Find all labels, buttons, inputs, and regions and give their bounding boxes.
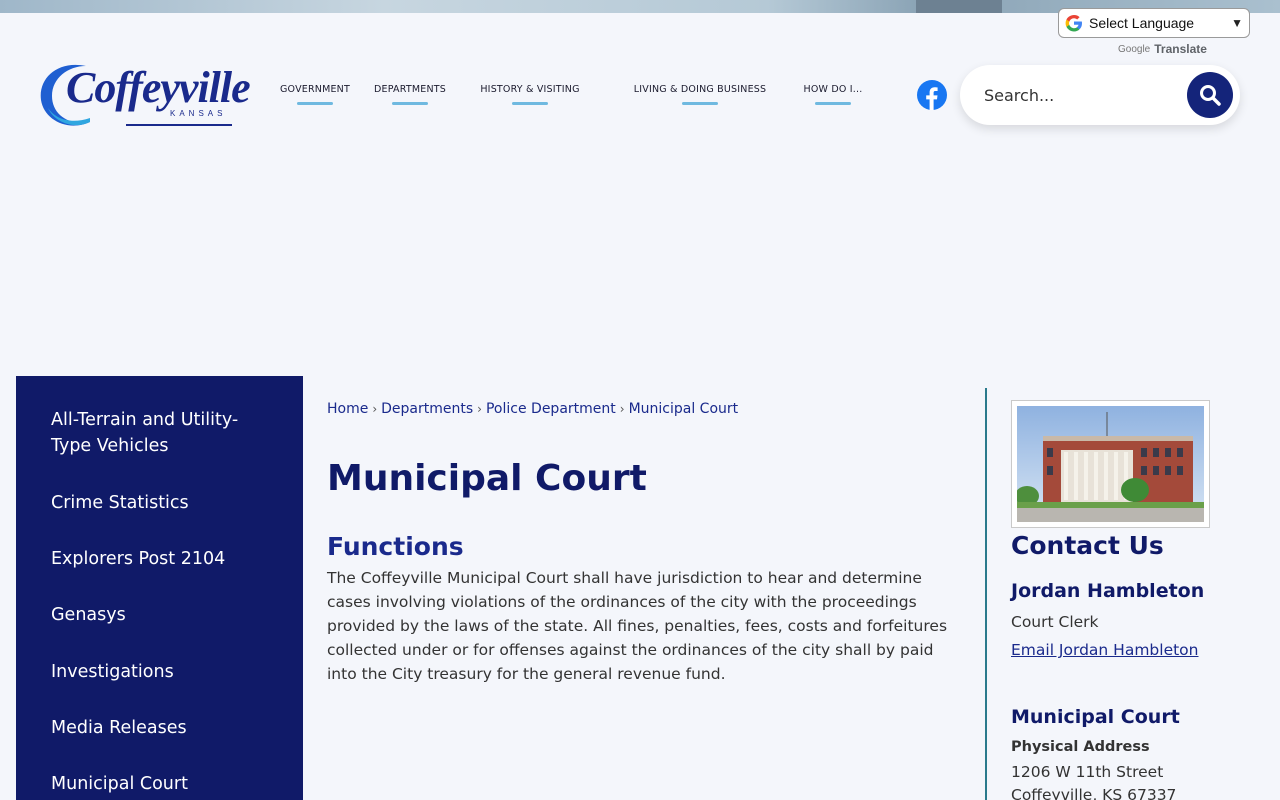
- logo-state: KANSAS: [170, 109, 227, 118]
- breadcrumb-separator: ›: [477, 402, 482, 416]
- search-button[interactable]: [1187, 72, 1233, 118]
- address-line-1: 1206 W 11th Street: [1011, 763, 1164, 781]
- contact-title: Contact Us: [1011, 531, 1164, 560]
- nav-departments[interactable]: DEPARTMENTS: [373, 84, 447, 105]
- nav-history-visiting[interactable]: HISTORY & VISITING: [478, 84, 582, 105]
- address-line-2: Coffeyville, KS 67337: [1011, 786, 1177, 800]
- nav-underline: [392, 102, 428, 105]
- sidebar-item-municipal-court[interactable]: Municipal Court: [51, 771, 271, 797]
- search-icon: [1200, 85, 1221, 106]
- breadcrumb-departments[interactable]: Departments: [381, 401, 473, 417]
- sidebar-item-media-releases[interactable]: Media Releases: [51, 715, 271, 741]
- translate-word: Translate: [1154, 42, 1207, 56]
- chevron-down-icon: ▼: [1231, 16, 1243, 30]
- sidebar-item-crime-statistics[interactable]: Crime Statistics: [51, 490, 271, 516]
- functions-paragraph: The Coffeyville Municipal Court shall ha…: [327, 569, 948, 683]
- contact-role: Court Clerk: [1011, 613, 1099, 631]
- language-select-label: Select Language: [1089, 15, 1195, 31]
- nav-government[interactable]: GOVERNMENT: [280, 84, 350, 105]
- breadcrumb: Home › Departments › Police Department › Munic…: [327, 401, 738, 417]
- column-divider: [985, 388, 987, 800]
- nav-underline: [512, 102, 548, 105]
- breadcrumb-separator: ›: [372, 402, 378, 416]
- nav-label: HOW DO I...: [803, 84, 863, 95]
- nav-label: LIVING & DOING BUSINESS: [633, 84, 767, 95]
- google-g-icon: [1065, 15, 1082, 32]
- banner-building-image: [916, 0, 1002, 13]
- office-title: Municipal Court: [1011, 706, 1180, 728]
- search-box: [960, 65, 1240, 125]
- nav-label: GOVERNMENT: [280, 84, 350, 95]
- address-label: Physical Address: [1011, 739, 1150, 755]
- logo-underline: [126, 124, 232, 126]
- breadcrumb-police-department[interactable]: Police Department: [486, 401, 616, 417]
- contact-name: Jordan Hambleton: [1011, 580, 1205, 602]
- nav-living-business[interactable]: LIVING & DOING BUSINESS: [633, 84, 767, 105]
- nav-underline: [682, 102, 718, 105]
- courthouse-image: [1017, 406, 1204, 522]
- google-wordmark: Google: [1118, 43, 1151, 55]
- nav-underline: [815, 102, 851, 105]
- sidebar-nav: All-Terrain and Utility-Type Vehicles Cr…: [16, 376, 303, 800]
- page-title: Municipal Court: [327, 458, 647, 499]
- logo-wordmark: Coffeyville: [66, 63, 251, 112]
- google-translate-credit[interactable]: Google Translate: [1118, 42, 1207, 56]
- nav-label: HISTORY & VISITING: [480, 84, 580, 95]
- breadcrumb-separator: ›: [619, 402, 625, 416]
- sidebar-item-genasys[interactable]: Genasys: [51, 602, 271, 628]
- language-select[interactable]: Select Language ▼: [1058, 8, 1250, 38]
- breadcrumb-municipal-court[interactable]: Municipal Court: [629, 401, 739, 417]
- coffeyville-logo[interactable]: Coffeyville KANSAS: [38, 60, 251, 130]
- nav-how-do-i[interactable]: HOW DO I...: [803, 84, 863, 105]
- email-contact-link[interactable]: Email Jordan Hambleton: [1011, 641, 1199, 659]
- sidebar-item-explorers[interactable]: Explorers Post 2104: [51, 546, 271, 572]
- sidebar-item-investigations[interactable]: Investigations: [51, 659, 271, 685]
- sidebar-item-atv[interactable]: All-Terrain and Utility-Type Vehicles: [51, 407, 271, 459]
- courthouse-photo: [1011, 400, 1210, 528]
- breadcrumb-home[interactable]: Home: [327, 401, 368, 417]
- facebook-icon[interactable]: [917, 80, 947, 110]
- section-title: Functions: [327, 532, 464, 561]
- nav-underline: [297, 102, 333, 105]
- nav-label: DEPARTMENTS: [374, 84, 446, 95]
- search-input[interactable]: [984, 85, 1174, 105]
